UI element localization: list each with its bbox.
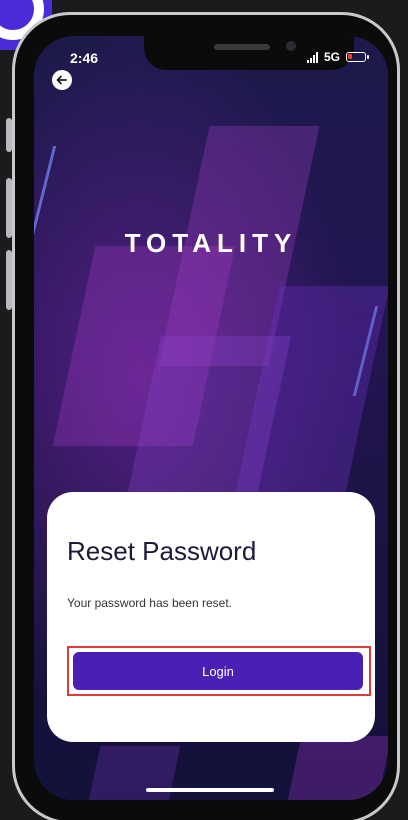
- network-type: 5G: [323, 50, 340, 64]
- card-message: Your password has been reset.: [67, 596, 232, 610]
- side-button-volume-down: [6, 250, 12, 310]
- brand-logo: TOTALITY: [124, 228, 298, 258]
- side-button-mute: [6, 118, 12, 152]
- side-button-volume-up: [6, 178, 12, 238]
- home-indicator[interactable]: [146, 788, 274, 792]
- battery-icon: [346, 52, 369, 62]
- reset-password-card: Reset Password Your password has been re…: [47, 492, 375, 742]
- signal-icon: [306, 51, 318, 63]
- page: 2:46 5G TOTALITY Reset Password Your pas…: [0, 0, 408, 820]
- status-time: 2:46: [70, 50, 99, 66]
- phone-screen: 2:46 5G TOTALITY Reset Password Your pas…: [34, 36, 388, 800]
- arrow-left-icon: [56, 75, 67, 85]
- status-bar: 2:46 5G: [34, 36, 388, 76]
- card-title: Reset Password: [67, 536, 257, 566]
- background-stripe: [286, 736, 388, 800]
- login-button[interactable]: Login: [73, 652, 363, 690]
- back-button[interactable]: [52, 70, 72, 90]
- status-indicators: 5G: [306, 50, 369, 64]
